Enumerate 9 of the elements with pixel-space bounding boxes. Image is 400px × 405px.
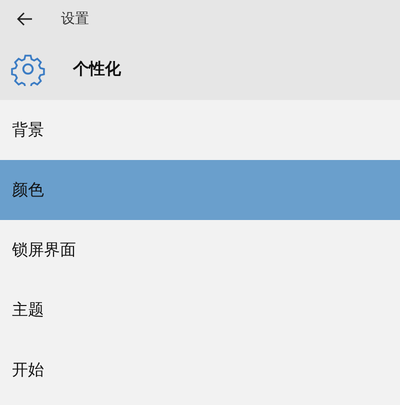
menu-item[interactable]: 背景: [0, 100, 400, 160]
menu-item[interactable]: 开始: [0, 340, 400, 400]
menu-item[interactable]: 颜色: [0, 160, 400, 220]
page-title: 个性化: [73, 58, 121, 80]
back-arrow-icon: [17, 12, 33, 26]
settings-icon: [11, 52, 45, 86]
menu-item[interactable]: 主题: [0, 280, 400, 340]
menu-item[interactable]: 锁屏界面: [0, 220, 400, 280]
window-title: 设置: [61, 10, 89, 28]
